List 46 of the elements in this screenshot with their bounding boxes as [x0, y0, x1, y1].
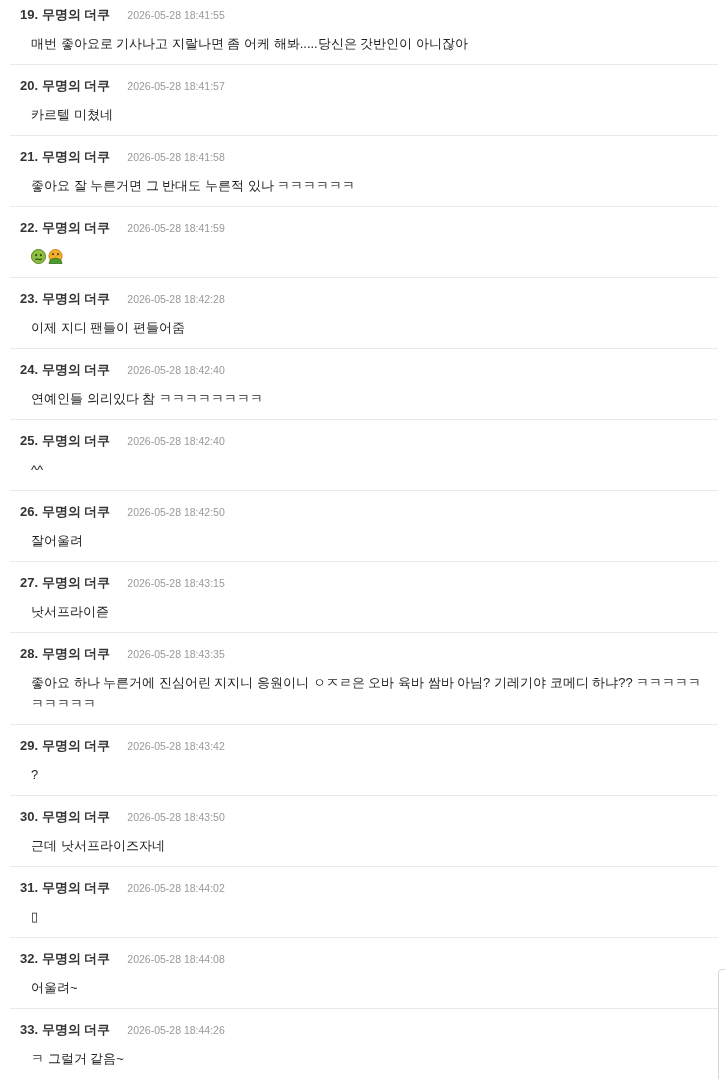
- comment-text: ^^: [30, 461, 45, 479]
- comment-author: 29. 무명의 더쿠: [20, 737, 111, 755]
- comment-time: 2026-05-28 18:41:58: [127, 151, 225, 163]
- comment-time: 2026-05-28 18:44:08: [127, 953, 225, 965]
- comment-time: 2026-05-28 18:42:40: [127, 435, 225, 447]
- nauseated-face-icon: [31, 249, 46, 264]
- comment-author: 20. 무명의 더쿠: [20, 77, 111, 95]
- comment-time: 2026-05-28 18:43:15: [127, 577, 225, 589]
- comment-author: 22. 무명의 더쿠: [20, 219, 111, 237]
- comment-time: 2026-05-28 18:43:35: [127, 648, 225, 660]
- comment-text: 연예인들 의리있다 참 ㅋㅋㅋㅋㅋㅋㅋㅋ: [30, 390, 264, 408]
- comment-time: 2026-05-28 18:42:50: [127, 506, 225, 518]
- comment-text: ?: [30, 766, 40, 784]
- vomiting-face-icon: [48, 249, 63, 264]
- comment-author: 30. 무명의 더쿠: [20, 808, 111, 826]
- comment-time: 2026-05-28 18:41:57: [127, 80, 225, 92]
- comment-text: 좋아요 잘 누른거면 그 반대도 누른적 있나 ㅋㅋㅋㅋㅋㅋ: [30, 177, 357, 195]
- comment-time: 2026-05-28 18:44:02: [127, 882, 225, 894]
- comment-author: 27. 무명의 더쿠: [20, 574, 111, 592]
- comment-text: 낫서프라이즏: [30, 603, 110, 621]
- comment-text: 근데 낫서프라이즈자네: [30, 837, 166, 855]
- comment-time: 2026-05-28 18:41:55: [127, 9, 225, 21]
- comment-text: 이제 지디 팬들이 편들어줌: [30, 319, 186, 337]
- comment-time: 2026-05-28 18:42:40: [127, 364, 225, 376]
- comment-time: 2026-05-28 18:42:28: [127, 293, 225, 305]
- comment-author: 32. 무명의 더쿠: [20, 950, 111, 968]
- comment-author: 23. 무명의 더쿠: [20, 290, 111, 308]
- comment-time: 2026-05-28 18:44:26: [127, 1024, 225, 1036]
- comment-text: 매번 좋아요로 기사나고 지랄나면 좀 어케 해봐.....당신은 갓반인이 아니잖아: [30, 35, 469, 53]
- comment-author: 31. 무명의 더쿠: [20, 879, 111, 897]
- comment-author: 26. 무명의 더쿠: [20, 503, 111, 521]
- comment-text: 카르텔 미쳤네: [30, 106, 114, 124]
- comment-text: ㅋ 그럴거 같음~: [30, 1050, 125, 1068]
- comment-text: 좋아요 하나 누른거에 진심어린 지지니 응원이니 ㅇㅈㄹ은 오바 육바 쌈바 아님? 기레기야 코메디 하냐?? ㅋㅋㅋㅋㅋㅋㅋㅋㅋㅋ: [30, 674, 703, 713]
- comment-text: ▯: [30, 908, 39, 926]
- comment-author: 21. 무명의 더쿠: [20, 148, 111, 166]
- comment-author: 19. 무명의 더쿠: [20, 6, 111, 24]
- comment-author: 33. 무명의 더쿠: [20, 1021, 111, 1039]
- comment-time: 2026-05-28 18:43:42: [127, 740, 225, 752]
- comment-author: 24. 무명의 더쿠: [20, 361, 111, 379]
- comment-author: 25. 무명의 더쿠: [20, 432, 111, 450]
- comment-author: 28. 무명의 더쿠: [20, 645, 111, 663]
- comment-text: 잘어울려: [30, 532, 84, 550]
- comment-text: 어울려~: [30, 979, 79, 997]
- comment-time: 2026-05-28 18:41:59: [127, 222, 225, 234]
- comment-time: 2026-05-28 18:43:50: [127, 811, 225, 823]
